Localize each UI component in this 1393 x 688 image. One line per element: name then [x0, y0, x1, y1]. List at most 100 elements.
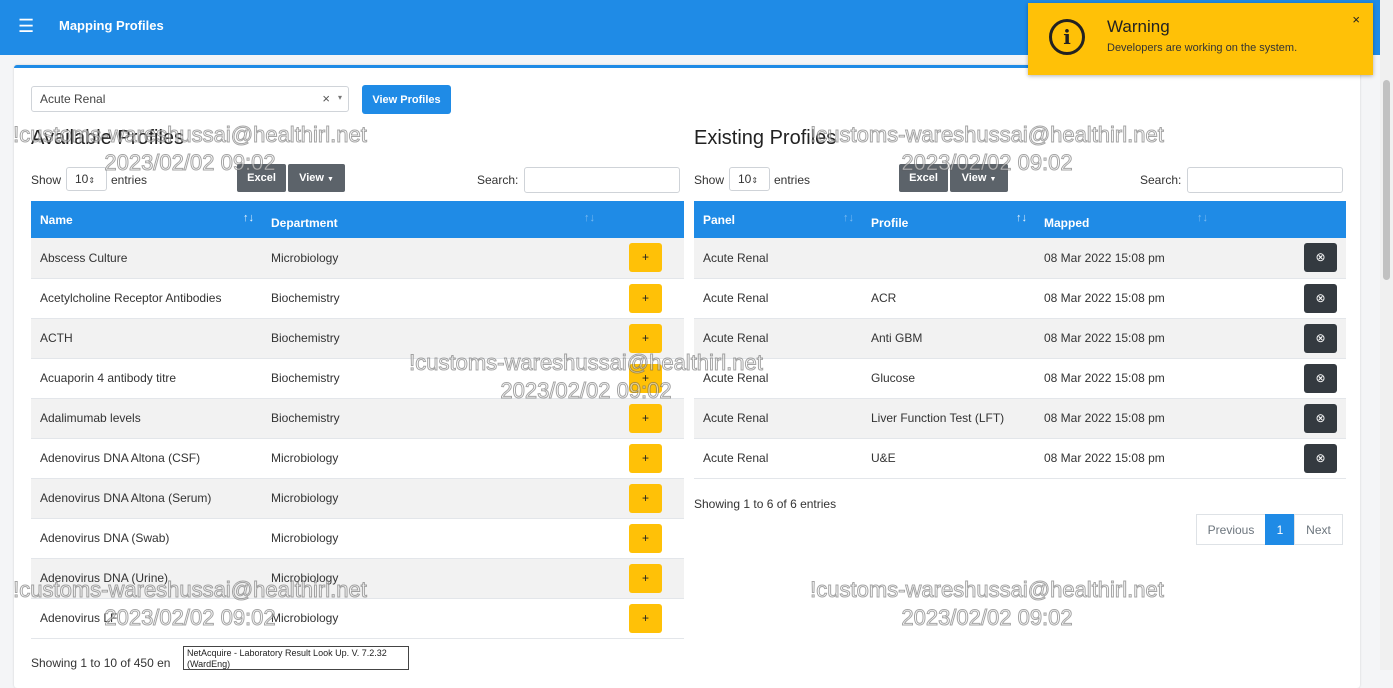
- chevron-down-icon: ▼: [327, 176, 334, 183]
- view-dropdown-button[interactable]: View ▼: [288, 164, 345, 192]
- cell-action: +: [603, 278, 684, 318]
- cell-name: Abscess Culture: [40, 250, 128, 265]
- cell-profile: U&E: [871, 451, 896, 465]
- table-row: Adenovirus DNA Altona (CSF) Microbiology +: [31, 438, 684, 478]
- add-profile-button[interactable]: +: [629, 483, 662, 513]
- table-row: Adenovirus DNA (Urine) Microbiology +: [31, 558, 684, 598]
- table-row: Acute Renal 08 Mar 2022 15:08 pm ⊗: [694, 238, 1346, 278]
- cell-department: Biochemistry: [271, 371, 340, 385]
- sort-icon: ↑↓: [584, 212, 595, 224]
- table-header-row: Name ↑↓ Department ↑↓: [31, 201, 684, 238]
- existing-profiles-table: Panel ↑↓ Profile ↑↓ Mapped ↑↓ Acute Renal 08…: [694, 201, 1346, 479]
- cell-panel: Acute Renal: [703, 451, 769, 465]
- cell-profile: ACR: [871, 291, 897, 305]
- sort-icon: ↑↓: [1197, 212, 1208, 224]
- column-header-label: Name: [40, 212, 73, 227]
- cell-mapped: 08 Mar 2022 15:08 pm: [1044, 451, 1165, 465]
- cell-action: ⊗: [1216, 358, 1346, 398]
- cell-action: ⊗: [1216, 438, 1346, 478]
- available-table-info: Showing 1 to 10 of 450 en: [31, 656, 171, 670]
- column-header-name[interactable]: Name ↑↓: [31, 201, 262, 238]
- pagination-next[interactable]: Next: [1294, 514, 1343, 545]
- add-profile-button[interactable]: +: [629, 443, 662, 473]
- table-row: Acute Renal Anti GBM 08 Mar 2022 15:08 pm ⊗: [694, 318, 1346, 358]
- cell-mapped: 08 Mar 2022 15:08 pm: [1044, 250, 1165, 265]
- pagination-page-1[interactable]: 1: [1265, 514, 1295, 545]
- remove-icon[interactable]: ⊗: [1304, 443, 1337, 473]
- cell-profile: Liver Function Test (LFT): [871, 411, 1005, 425]
- cell-mapped: 08 Mar 2022 15:08 pm: [1044, 291, 1165, 305]
- toast-title: Warning: [1107, 17, 1170, 36]
- table-row: Adenovirus LF Microbiology +: [31, 598, 684, 638]
- cell-name: Adenovirus DNA (Urine): [40, 571, 169, 585]
- search-input[interactable]: [524, 167, 680, 193]
- profile-select[interactable]: Acute Renal × ▾: [31, 86, 349, 112]
- remove-icon[interactable]: ⊗: [1304, 403, 1337, 433]
- column-header-profile[interactable]: Profile ↑↓: [862, 201, 1035, 238]
- tooltip: NetAcquire - Laboratory Result Look Up. …: [183, 646, 409, 670]
- table-row: Acetylcholine Receptor Antibodies Biochem…: [31, 278, 684, 318]
- cell-department: Microbiology: [271, 491, 339, 505]
- add-profile-button[interactable]: +: [629, 603, 662, 633]
- existing-table-info: Showing 1 to 6 of 6 entries: [694, 497, 837, 511]
- cell-department: Microbiology: [271, 250, 339, 265]
- view-dropdown-label: View: [961, 172, 987, 184]
- cell-profile: Anti GBM: [871, 331, 923, 345]
- entries-length-value: 10: [75, 172, 89, 186]
- column-header-department[interactable]: Department ↑↓: [262, 201, 603, 238]
- add-profile-button[interactable]: +: [629, 363, 662, 393]
- cell-mapped: 08 Mar 2022 15:08 pm: [1044, 371, 1165, 385]
- add-profile-button[interactable]: +: [629, 283, 662, 313]
- clear-icon[interactable]: ×: [322, 91, 330, 106]
- entries-label: entries: [111, 173, 148, 187]
- search-input[interactable]: [1187, 167, 1343, 193]
- sort-arrows-icon: ⇕: [88, 176, 96, 185]
- cell-name: Acetylcholine Receptor Antibodies: [40, 291, 222, 305]
- column-header-action: [603, 201, 684, 238]
- pagination-previous[interactable]: Previous: [1196, 514, 1266, 545]
- cell-name: Adalimumab levels: [40, 411, 141, 425]
- table-row: Adalimumab levels Biochemistry +: [31, 398, 684, 438]
- scrollbar[interactable]: [1380, 0, 1393, 670]
- add-profile-button[interactable]: +: [629, 403, 662, 433]
- cell-department: Biochemistry: [271, 411, 340, 425]
- add-profile-button[interactable]: +: [629, 523, 662, 553]
- excel-button[interactable]: Excel: [899, 164, 948, 192]
- view-dropdown-button[interactable]: View ▼: [950, 164, 1008, 192]
- entries-length-select[interactable]: 10⇕: [66, 167, 107, 191]
- remove-icon[interactable]: ⊗: [1304, 323, 1337, 353]
- remove-icon[interactable]: ⊗: [1304, 363, 1337, 393]
- cell-mapped: 08 Mar 2022 15:08 pm: [1044, 331, 1165, 345]
- column-header-label: Panel: [703, 212, 736, 227]
- existing-profiles-title: Existing Profiles: [694, 127, 837, 149]
- cell-name: Adenovirus DNA Altona (CSF): [40, 451, 201, 465]
- cell-action: +: [603, 358, 684, 398]
- scrollbar-thumb[interactable]: [1383, 80, 1390, 280]
- table-row: Acute Renal Glucose 08 Mar 2022 15:08 pm ⊗: [694, 358, 1346, 398]
- excel-button[interactable]: Excel: [237, 164, 286, 192]
- add-profile-button[interactable]: +: [629, 243, 662, 273]
- warning-toast: i Warning Developers are working on the …: [1028, 3, 1373, 75]
- cell-action: +: [603, 438, 684, 478]
- cell-department: Biochemistry: [271, 291, 340, 305]
- add-profile-button[interactable]: +: [629, 563, 662, 593]
- cell-action: ⊗: [1216, 238, 1346, 278]
- cell-action: +: [603, 518, 684, 558]
- view-profiles-button[interactable]: View Profiles: [362, 85, 451, 114]
- toast-message: Developers are working on the system.: [1107, 42, 1298, 54]
- add-profile-button[interactable]: +: [629, 323, 662, 353]
- cell-department: Microbiology: [271, 571, 339, 585]
- remove-icon[interactable]: ⊗: [1304, 243, 1337, 273]
- entries-length-value: 10: [738, 172, 752, 186]
- remove-icon[interactable]: ⊗: [1304, 283, 1337, 313]
- table-header-row: Panel ↑↓ Profile ↑↓ Mapped ↑↓: [694, 201, 1346, 238]
- close-icon[interactable]: ×: [1352, 12, 1360, 27]
- entries-length-select[interactable]: 10⇕: [729, 167, 770, 191]
- cell-action: +: [603, 598, 684, 638]
- table-row: Acute Renal U&E 08 Mar 2022 15:08 pm ⊗: [694, 438, 1346, 478]
- column-header-mapped[interactable]: Mapped ↑↓: [1035, 201, 1216, 238]
- column-header-panel[interactable]: Panel ↑↓: [694, 201, 862, 238]
- chevron-down-icon[interactable]: ▾: [338, 93, 342, 102]
- hamburger-icon[interactable]: ☰: [18, 16, 34, 36]
- column-header-label: Mapped: [1044, 215, 1090, 230]
